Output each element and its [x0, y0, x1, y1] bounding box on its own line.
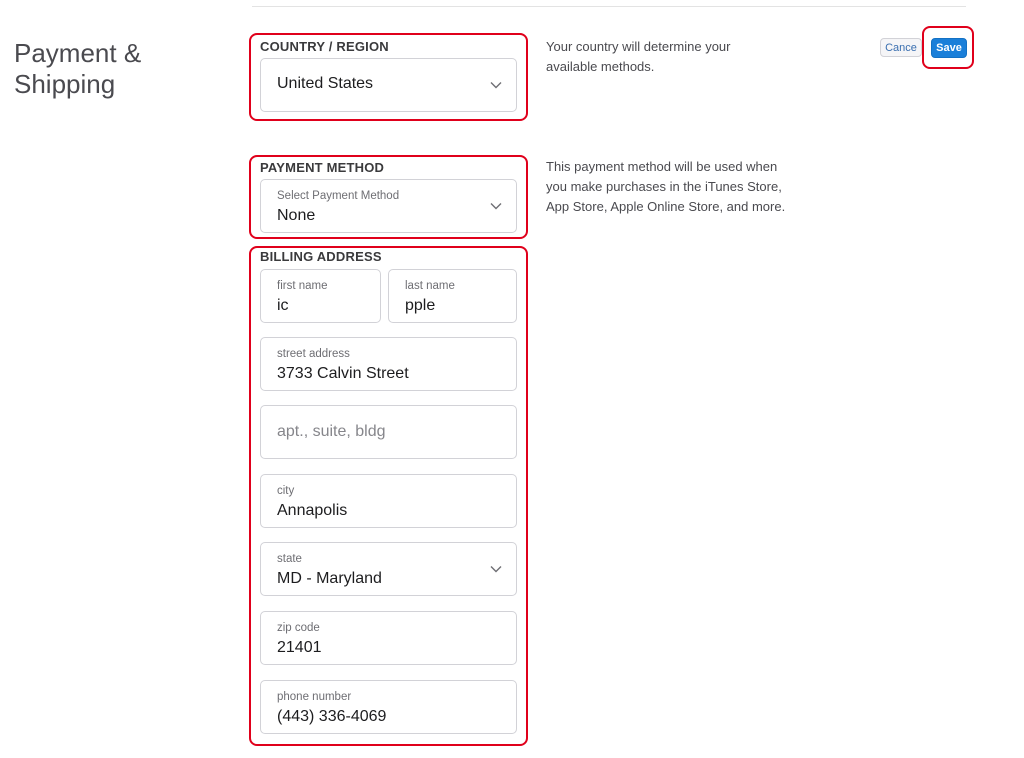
country-value: United States	[277, 75, 374, 92]
city-caption: city	[277, 485, 295, 497]
payment-method-caption: Select Payment Method	[277, 190, 400, 202]
chevron-down-icon	[490, 566, 502, 573]
last-name-field[interactable]: last name pple	[388, 269, 517, 323]
state-caption: state	[277, 553, 302, 565]
first-name-field[interactable]: first name ic	[260, 269, 381, 323]
country-select[interactable]: United States	[260, 58, 517, 112]
section-title-line2: Shipping	[14, 69, 116, 99]
payment-method-select[interactable]: Select Payment Method None	[260, 179, 517, 233]
state-value: MD - Maryland	[277, 570, 382, 587]
save-button[interactable]: Save	[931, 38, 967, 58]
street-address-field[interactable]: street address 3733 Calvin Street	[260, 337, 517, 391]
street-address-value: 3733 Calvin Street	[277, 365, 409, 382]
last-name-caption: last name	[405, 280, 455, 292]
payment-method-label: PAYMENT METHOD	[260, 160, 385, 175]
first-name-value: ic	[277, 297, 289, 314]
top-divider	[252, 6, 966, 7]
payment-help-line1: This payment method will be used when	[546, 159, 778, 174]
first-name-caption: first name	[277, 280, 328, 292]
apt-suite-field[interactable]: apt., suite, bldg	[260, 405, 517, 459]
cancel-button[interactable]: Cance	[880, 38, 922, 57]
chevron-down-icon	[490, 82, 502, 89]
country-help-line1: Your country will determine your	[546, 39, 731, 54]
payment-help-line3: App Store, Apple Online Store, and more.	[546, 199, 786, 214]
phone-number-field[interactable]: phone number (443) 336-4069	[260, 680, 517, 734]
last-name-value: pple	[405, 297, 436, 314]
street-address-caption: street address	[277, 348, 350, 360]
country-help-line2: available methods.	[546, 59, 655, 74]
state-select[interactable]: state MD - Maryland	[260, 542, 517, 596]
country-label: COUNTRY / REGION	[260, 39, 389, 54]
payment-method-value: None	[277, 207, 316, 224]
billing-address-label: BILLING ADDRESS	[260, 249, 382, 264]
apt-suite-placeholder: apt., suite, bldg	[277, 423, 386, 440]
zip-code-value: 21401	[277, 639, 322, 656]
phone-number-value: (443) 336-4069	[277, 708, 387, 725]
phone-number-caption: phone number	[277, 691, 352, 703]
country-help: Your country will determine your availab…	[546, 37, 731, 77]
section-title-line1: Payment &	[14, 38, 142, 68]
payment-help: This payment method will be used when yo…	[546, 157, 785, 217]
zip-code-field[interactable]: zip code 21401	[260, 611, 517, 665]
city-field[interactable]: city Annapolis	[260, 474, 517, 528]
city-value: Annapolis	[277, 502, 348, 519]
zip-code-caption: zip code	[277, 622, 320, 634]
payment-help-line2: you make purchases in the iTunes Store,	[546, 179, 782, 194]
chevron-down-icon	[490, 203, 502, 210]
section-title: Payment & Shipping	[14, 38, 224, 100]
